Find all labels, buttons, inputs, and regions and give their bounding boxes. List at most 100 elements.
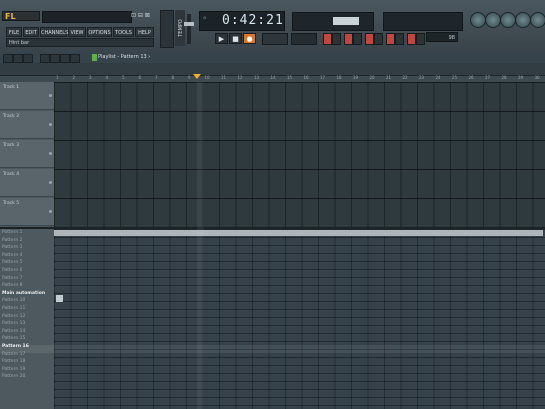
track-header[interactable]: Track 3 [0, 140, 54, 168]
playlist-knob-icon[interactable] [530, 12, 545, 28]
ruler-bar-number: 27 [485, 75, 491, 80]
track-mute-dot-icon[interactable] [49, 94, 52, 97]
paint-tool-button[interactable] [23, 54, 33, 63]
pitch-slider-handle[interactable] [184, 22, 194, 26]
track-header[interactable]: Track 2 [0, 111, 54, 139]
song-time: 0:42:21 [222, 13, 284, 28]
ruler-bar-number: 9 [188, 75, 191, 80]
play-button[interactable]: ▶ [215, 33, 228, 44]
multilink-toggle[interactable] [395, 33, 404, 45]
snap-menu-button[interactable] [3, 54, 13, 63]
browser-window-knob-icon[interactable] [470, 12, 486, 28]
pattern-clip[interactable] [54, 230, 543, 236]
menu-options[interactable]: OPTIONS [87, 27, 112, 37]
ruler-bar-number: 21 [386, 75, 392, 80]
menu-help[interactable]: HELP [135, 27, 154, 37]
track-label: Track 2 [3, 114, 20, 119]
cpu-monitor [383, 12, 463, 31]
monitor-level [333, 17, 359, 25]
menu-tools[interactable]: TOOLS [113, 27, 134, 37]
ruler-bar-number: 12 [237, 75, 243, 80]
piano-roll-knob-icon[interactable] [500, 12, 516, 28]
timeline-ruler[interactable]: 1 2 3 4 5 6 7 8 9 10 11 12 13 14 15 16 17 18 19 20 21 22 23 24 2… [54, 75, 545, 82]
track-label: Track 5 [3, 201, 20, 206]
blend-notes-toggle[interactable] [365, 33, 374, 45]
ruler-bar-number: 24 [435, 75, 441, 80]
ruler-bar-number: 14 [270, 75, 276, 80]
fl-studio-window: FL ⊡ ⊟ ⊠ FILE EDIT CHANNELS VIEW OPTIONS… [0, 0, 545, 409]
master-pitch-slider[interactable] [187, 14, 191, 44]
master-volume-slider[interactable] [160, 10, 174, 48]
ruler-bar-number: 3 [89, 75, 92, 80]
menu-view[interactable]: VIEW [68, 27, 86, 37]
ruler-bar-number: 18 [336, 75, 342, 80]
track-header-column: Track 1 Track 2 Track 3 Track 4 Track 5 [0, 82, 54, 227]
ruler-bar-number: 30 [534, 75, 540, 80]
mute-tool-button[interactable] [70, 54, 80, 63]
track-header[interactable]: Track 4 [0, 169, 54, 197]
draw-tool-button[interactable] [13, 54, 23, 63]
ruler-bar-number: 25 [452, 75, 458, 80]
hint-bar: Hint bar [6, 38, 154, 47]
playlist-title: Playlist - Pattern 13 › [98, 54, 151, 60]
channel-window-knob-icon[interactable] [485, 12, 501, 28]
pattern-list-item[interactable]: Pattern 20 [0, 373, 54, 381]
ruler-bar-number: 5 [122, 75, 125, 80]
track-mute-dot-icon[interactable] [49, 181, 52, 184]
track-mute-dot-icon[interactable] [49, 123, 52, 126]
ruler-bar-number: 8 [171, 75, 175, 80]
playlist-window-icon [92, 54, 97, 61]
cpu-readout: 98 [426, 32, 458, 42]
step-edit-toggle[interactable] [353, 33, 362, 45]
oscilloscope-monitor [292, 12, 374, 31]
tempo-label: TEMPO [178, 19, 184, 37]
ruler-bar-number: 23 [419, 75, 425, 80]
ruler-bar-number: 17 [320, 75, 326, 80]
slip-tool-button[interactable] [60, 54, 70, 63]
pattern-grid[interactable] [54, 229, 545, 409]
loop-record-toggle[interactable] [386, 33, 395, 45]
ruler-bar-number: 2 [72, 75, 76, 80]
track-mute-dot-icon[interactable] [49, 210, 52, 213]
zoom-tool-button[interactable] [50, 54, 60, 63]
fl-logo[interactable]: FL [2, 11, 40, 21]
select-tool-button[interactable] [40, 54, 50, 63]
ruler-bar-number: 15 [287, 75, 293, 80]
record-button[interactable]: ● [243, 33, 256, 44]
ruler-bar-number: 7 [155, 75, 158, 80]
selected-pattern-row-highlight [0, 345, 545, 353]
menu-edit[interactable]: EDIT [23, 27, 39, 37]
metronome-toggle[interactable] [323, 33, 332, 45]
pattern-selector[interactable] [291, 33, 317, 45]
pattern-song-switch[interactable] [262, 33, 288, 45]
ruler-bar-number: 28 [501, 75, 507, 80]
mixer-knob-icon[interactable] [515, 12, 531, 28]
automation-clip[interactable] [56, 295, 63, 302]
ruler-bar-number: 20 [369, 75, 375, 80]
track-header[interactable]: Track 5 [0, 198, 54, 226]
track-label: Track 1 [3, 85, 20, 90]
stop-button[interactable]: ■ [229, 33, 242, 44]
track-mute-dot-icon[interactable] [49, 152, 52, 155]
track-label: Track 3 [3, 143, 20, 148]
track-header[interactable]: Track 1 [0, 82, 54, 110]
window-control-buttons[interactable]: ⊡ ⊟ ⊠ [131, 11, 155, 21]
ruler-bar-number: 19 [353, 75, 359, 80]
time-display[interactable]: ⊙ 0:42:21 [199, 11, 285, 31]
overdub-toggle[interactable] [416, 33, 425, 45]
ruler-bar-number: 6 [138, 75, 142, 80]
track-label: Track 4 [3, 172, 20, 177]
ruler-bar-number: 16 [303, 75, 309, 80]
typing-keyboard-toggle[interactable] [374, 33, 383, 45]
countdown-toggle[interactable] [344, 33, 353, 45]
wait-input-toggle[interactable] [332, 33, 341, 45]
ruler-bar-number: 13 [254, 75, 260, 80]
menu-file[interactable]: FILE [6, 27, 22, 37]
menu-channels[interactable]: CHANNELS [40, 27, 68, 37]
ruler-bar-number: 10 [204, 75, 210, 80]
ruler-bar-number: 26 [468, 75, 474, 80]
ruler-bar-number: 22 [402, 75, 408, 80]
playlist-grid[interactable] [54, 82, 545, 227]
song-title-field [42, 11, 132, 23]
snap-toggle[interactable] [407, 33, 416, 45]
